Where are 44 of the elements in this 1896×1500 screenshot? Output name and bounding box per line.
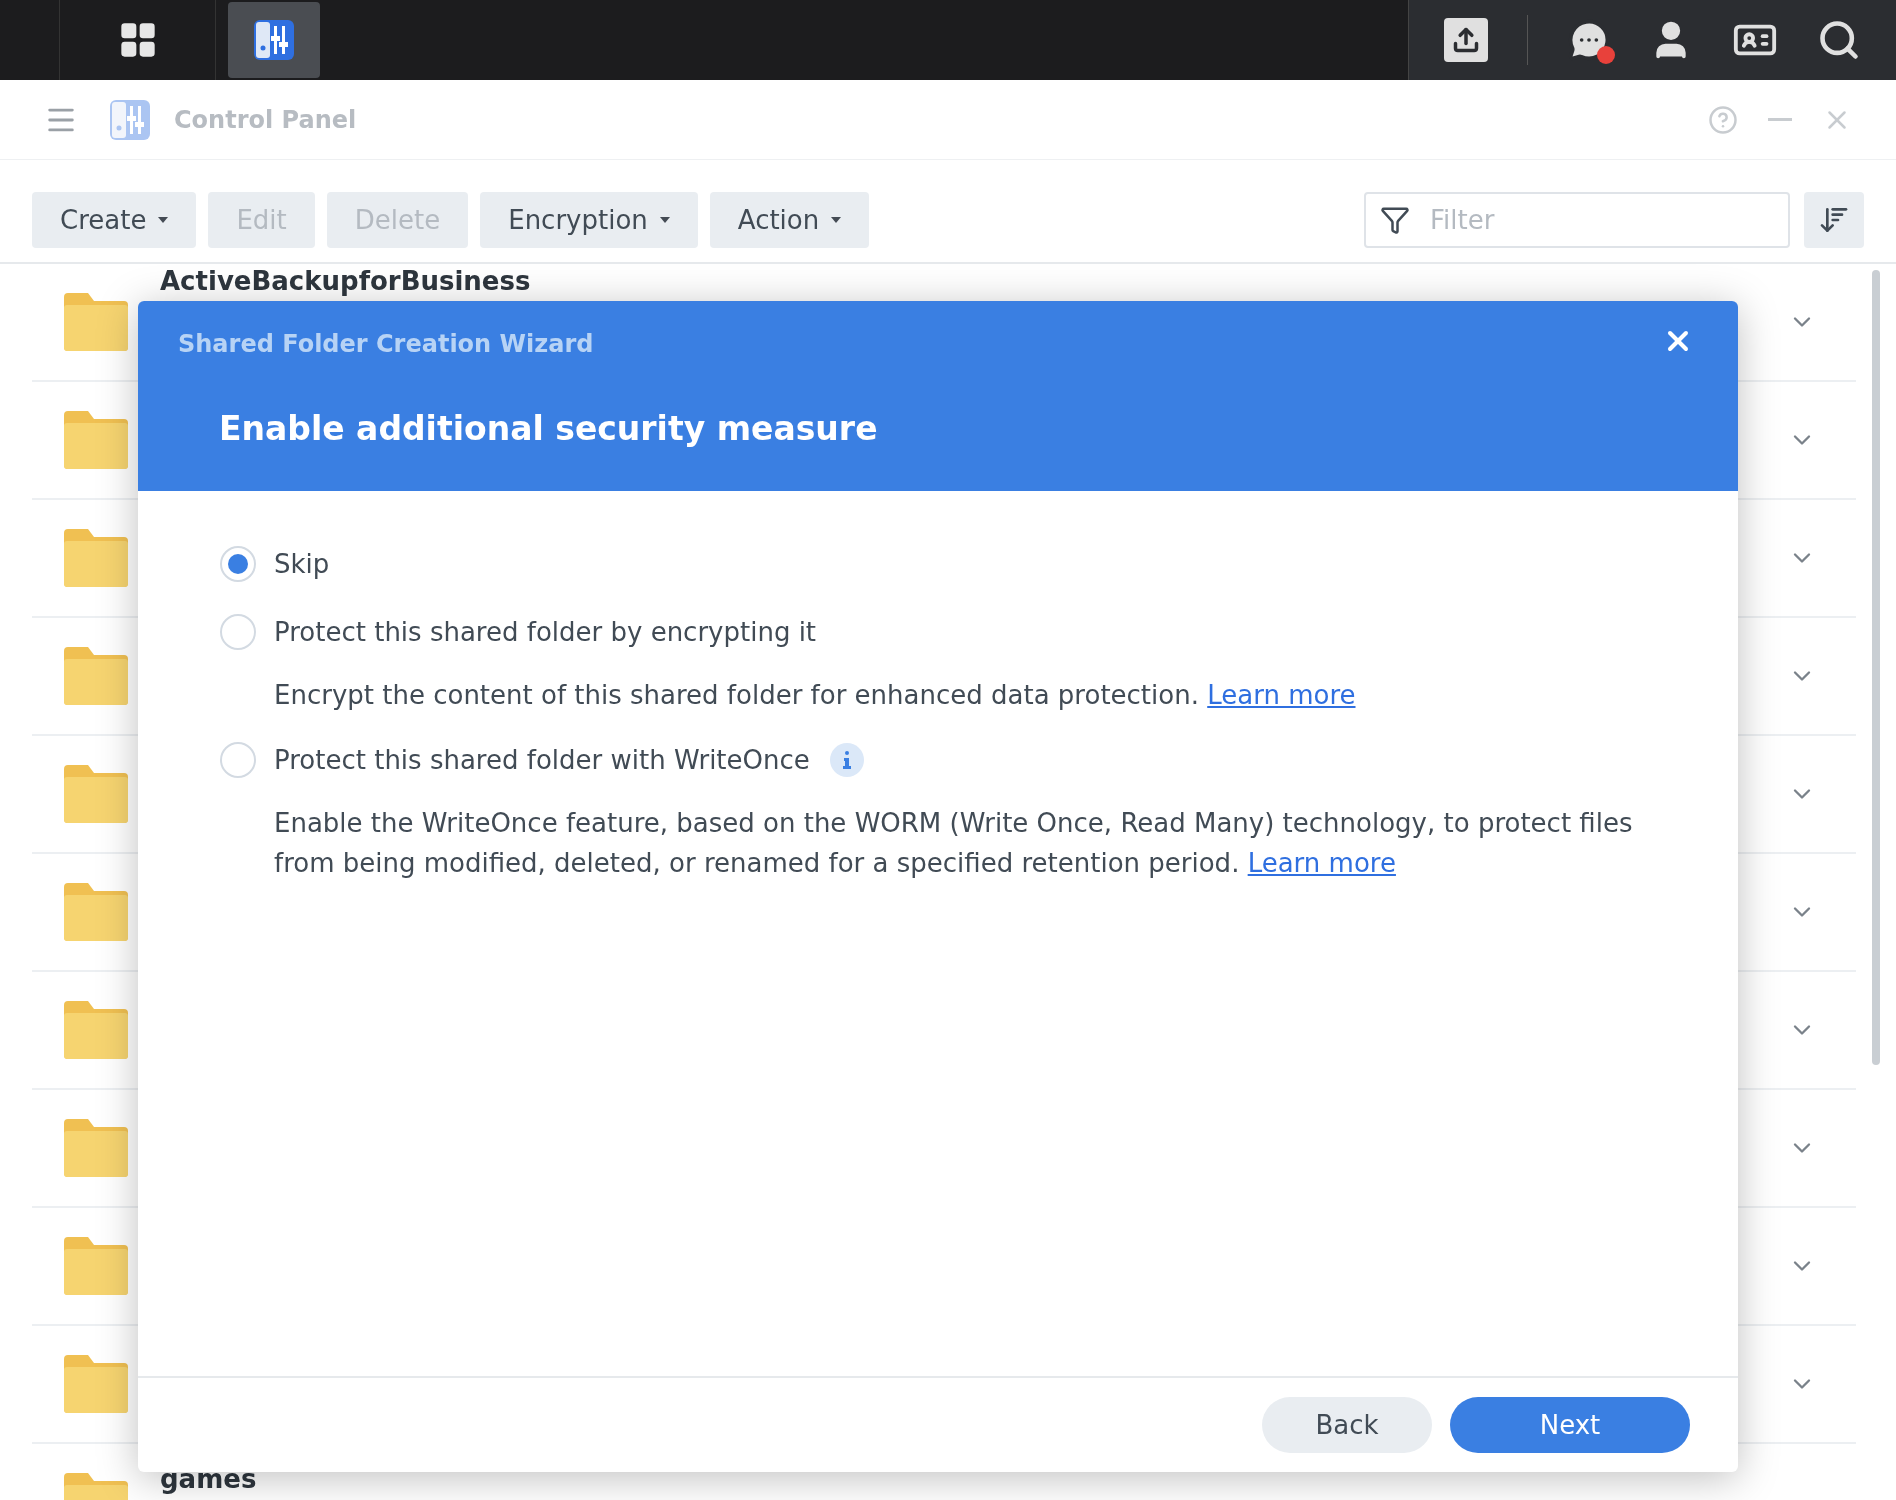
- folder-icon: [64, 529, 128, 587]
- back-button[interactable]: Back: [1262, 1397, 1432, 1453]
- radio-button[interactable]: [220, 742, 256, 778]
- upload-button[interactable]: [1444, 18, 1489, 62]
- app-icon[interactable]: [252, 18, 296, 62]
- folder-icon: [64, 293, 128, 351]
- caret-icon: [158, 217, 169, 223]
- help-icon: [1708, 104, 1738, 135]
- sort-button[interactable]: [1804, 192, 1864, 248]
- radio-button[interactable]: [220, 614, 256, 650]
- folder-icon: [64, 1119, 128, 1177]
- toolbar-button[interactable]: Encryption: [480, 192, 698, 248]
- caret-icon: [831, 217, 842, 223]
- option-label: Protect this shared folder by encrypting it: [274, 615, 817, 649]
- radio-button[interactable]: [220, 546, 256, 582]
- filter-icon: [1380, 205, 1410, 235]
- option-label: Skip: [274, 547, 330, 581]
- upload-icon: [1452, 26, 1481, 54]
- next-button[interactable]: Next: [1450, 1397, 1690, 1453]
- info-icon[interactable]: [829, 743, 864, 777]
- taskbar-app-button[interactable]: [228, 2, 320, 78]
- folder-icon: [64, 647, 128, 705]
- filter-field[interactable]: Filter: [1364, 192, 1790, 248]
- toolbar-button[interactable]: Action: [709, 192, 870, 248]
- dialog-title: Shared Folder Creation Wizard: [178, 329, 594, 360]
- folder-icon: [64, 765, 128, 823]
- app-icon: [108, 97, 152, 142]
- learn-more-link[interactable]: Learn more: [1207, 680, 1356, 710]
- toolbar-button[interactable]: Create: [32, 192, 197, 248]
- window-title: Control Panel: [174, 104, 357, 136]
- dialog-heading: Enable additional security measure: [219, 408, 879, 450]
- option-description: Enable the WriteOnce feature, based on the WORM (Write Once, Read Many) technology, to protect files from being modified, deleted, or renamed for a specified retention period. Learn more: [274, 807, 1634, 880]
- caret-icon: [659, 217, 670, 223]
- scrollbar[interactable]: [1872, 270, 1880, 1065]
- folder-name: ActiveBackupforBusiness: [160, 266, 531, 296]
- learn-more-link[interactable]: Learn more: [1247, 848, 1396, 878]
- folder-icon: [64, 1355, 128, 1413]
- option-description: Encrypt the content of this shared folder for enhanced data protection. Learn more: [274, 679, 1357, 712]
- folder-icon: [64, 1001, 128, 1059]
- folder-icon: [64, 1237, 128, 1295]
- folder-icon: [64, 411, 128, 469]
- folder-name: games: [160, 1464, 257, 1494]
- folder-icon: [64, 883, 128, 941]
- option-label: Protect this shared folder with WriteOnce: [274, 743, 810, 777]
